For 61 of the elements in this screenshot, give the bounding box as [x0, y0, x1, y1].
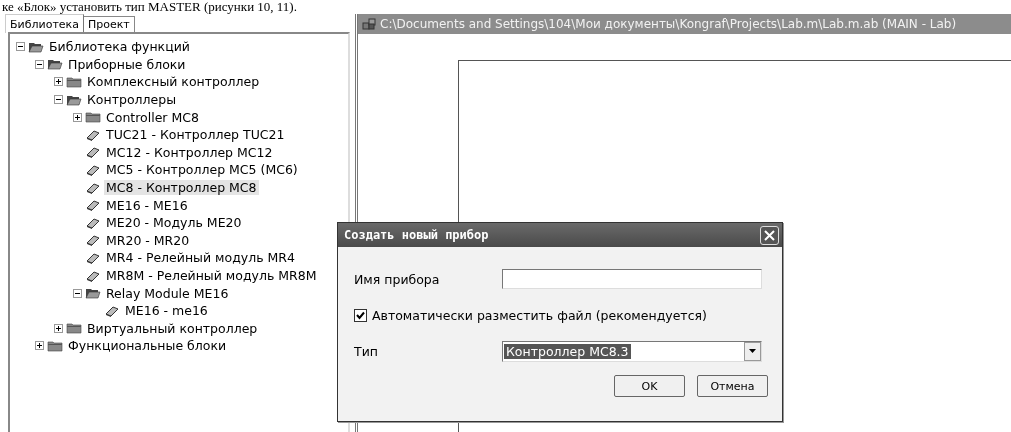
type-dropdown[interactable]: Контроллер MC8.3: [502, 340, 762, 362]
tree-item[interactable]: MC8 - Контроллер MC8: [104, 180, 259, 196]
field-label: Тип: [354, 343, 379, 359]
tree-item[interactable]: ME16 - me16: [123, 303, 210, 319]
tree-item[interactable]: MR8M - Релейный модуль MR8M: [104, 268, 319, 283]
checkbox[interactable]: [354, 308, 367, 322]
checkbox-label: Автоматически разместить файл (рекомендуется): [372, 307, 707, 323]
tree-item[interactable]: Комплексный контроллер: [85, 74, 262, 90]
tree-item[interactable]: TUC21 - Контроллер TUC21: [104, 127, 287, 143]
open-folder-icon: [47, 58, 63, 71]
open-folder-icon: [28, 40, 44, 53]
expand-icon[interactable]: [54, 323, 63, 333]
tree-item[interactable]: Библиотека функций: [47, 39, 192, 55]
collapse-icon[interactable]: [73, 288, 82, 298]
expand-icon[interactable]: [54, 77, 63, 87]
dropdown-arrow-icon: [749, 349, 756, 353]
dialog-button[interactable]: Отмена: [697, 375, 768, 397]
module-icon: [85, 269, 101, 282]
tree-item[interactable]: Controller MC8: [104, 109, 201, 125]
expand-icon[interactable]: [73, 112, 82, 122]
tree-item[interactable]: ME20 - Модуль ME20: [104, 215, 244, 231]
tree-item[interactable]: ME16 - ME16: [104, 197, 190, 213]
tree-item[interactable]: MR20 - MR20: [104, 232, 192, 248]
tree-item[interactable]: MR4 - Релейный модуль MR4: [104, 250, 297, 266]
collapse-icon[interactable]: [54, 95, 63, 105]
open-folder-icon: [85, 287, 101, 300]
tree-item[interactable]: Функциональные блоки: [66, 338, 229, 354]
tree-item[interactable]: MC5 - Контроллер MC5 (MC6): [104, 162, 300, 178]
dialog-button[interactable]: OK: [614, 375, 685, 397]
module-icon: [85, 199, 101, 212]
tree-item[interactable]: MC12 - Контроллер MC12: [104, 144, 275, 160]
module-icon: [85, 234, 101, 247]
module-icon: [85, 181, 101, 194]
tab[interactable]: Библиотека: [5, 14, 84, 33]
module-icon: [85, 251, 101, 264]
window-title: C:\Documents and Settings\104\Мои документы\Kongraf\Projects\Lab.m\Lab.m.ab (MAIN - Lab): [380, 17, 957, 31]
tree-item[interactable]: Виртуальный контроллер: [85, 320, 260, 336]
dialog-title: Создать новый прибор: [344, 228, 489, 242]
name-field[interactable]: [502, 269, 762, 289]
module-icon: [85, 216, 101, 229]
collapse-icon[interactable]: [16, 42, 25, 52]
field-label: Имя прибора: [354, 271, 441, 287]
folder-icon: [85, 111, 101, 124]
folder-icon: [47, 339, 63, 352]
module-icon: [85, 128, 101, 141]
collapse-icon[interactable]: [35, 59, 44, 69]
open-folder-icon: [66, 93, 82, 106]
close-icon: [764, 229, 775, 241]
tree-item[interactable]: Приборные блоки: [66, 56, 188, 72]
cubes-icon: [362, 18, 376, 30]
module-icon: [85, 163, 101, 176]
expand-icon[interactable]: [35, 341, 44, 351]
document-text: ке «Блок» установить тип MASTER (рисунки 10, 11).: [1, 0, 297, 14]
tab[interactable]: Проект: [83, 16, 135, 32]
close-button[interactable]: [760, 225, 779, 245]
module-icon: [85, 146, 101, 159]
tree-item[interactable]: Контроллеры: [85, 92, 179, 108]
tree-item[interactable]: Relay Module ME16: [104, 285, 231, 301]
folder-icon: [66, 76, 82, 88]
module-icon: [104, 304, 120, 317]
folder-icon: [66, 322, 82, 335]
